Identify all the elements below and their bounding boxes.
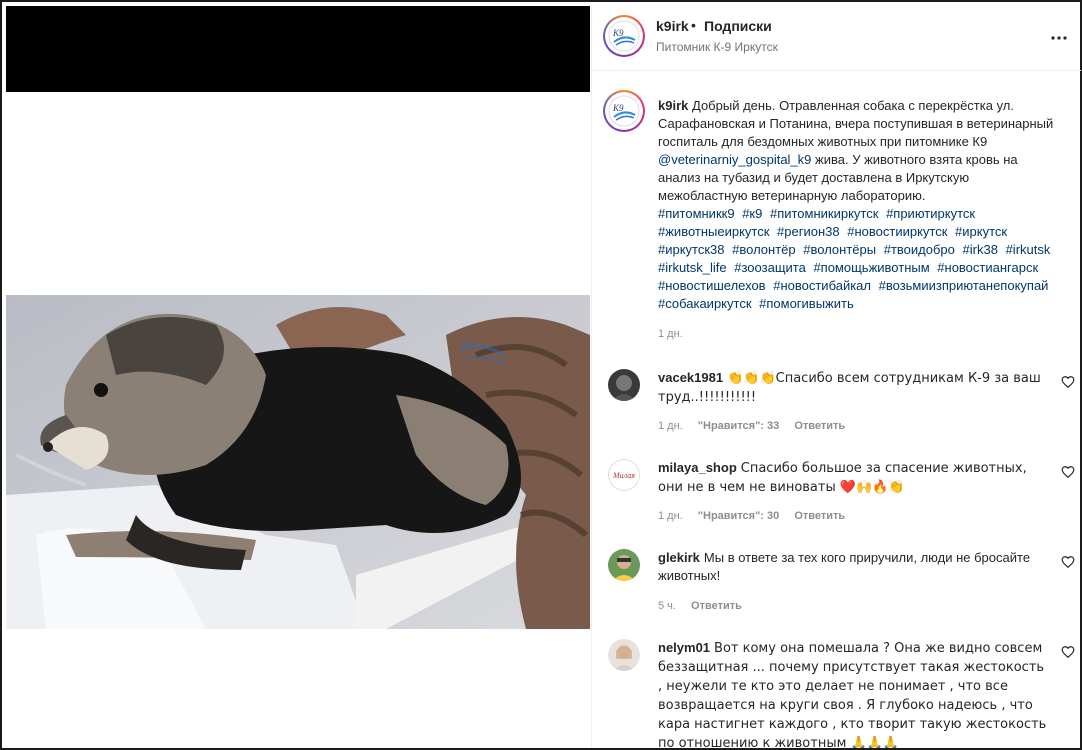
dog-photo[interactable]: K9 xyxy=(6,295,590,629)
comment-text: vacek1981 👏👏👏Спасибо всем сотрудникам К-9… xyxy=(658,369,1048,407)
hashtag-link[interactable]: #волонтёры xyxy=(803,242,876,257)
hashtag-link[interactable]: #к9 xyxy=(742,206,762,221)
avatar[interactable] xyxy=(608,639,640,671)
hashtag-link[interactable]: #возьмиизприютанепокупай xyxy=(879,278,1049,293)
mention-link[interactable]: @veterinarniy_gospital_k9 xyxy=(658,152,811,167)
comment-time[interactable]: 1 дн. xyxy=(658,420,683,432)
location-link[interactable]: Питомник К-9 Иркутск xyxy=(656,40,778,54)
hashtag-link[interactable]: #irkutsk xyxy=(1006,242,1051,257)
reply-button[interactable]: Ответить xyxy=(794,420,845,432)
hashtag-link[interactable]: #волонтёр xyxy=(732,242,796,257)
hashtag-link[interactable]: #приютиркутск xyxy=(886,206,975,221)
hashtag-link[interactable]: #irkutsk_life xyxy=(658,260,727,275)
hashtag-link[interactable]: #твоидобро xyxy=(884,242,955,257)
comment-body: Мы в ответе за тех кого приручили, люди … xyxy=(658,550,1031,583)
heart-outline-icon[interactable] xyxy=(1061,465,1075,479)
post-timestamp[interactable]: 1 дн. xyxy=(658,328,683,340)
hashtag-link[interactable]: #иркутск38 xyxy=(658,242,725,257)
comment-username[interactable]: glekirk xyxy=(658,550,700,565)
avatar[interactable]: K9 xyxy=(603,15,645,57)
hashtag-list: #питомникк9 #к9 #питомникиркутск #приюти… xyxy=(658,205,1058,313)
comment-text: nelym01 Вот кому она помешала ? Она же ви… xyxy=(658,639,1048,748)
heart-outline-icon[interactable] xyxy=(1061,645,1075,659)
reply-button[interactable]: Ответить xyxy=(691,600,742,612)
caption-text: k9irk Добрый день. Отравленная собака с … xyxy=(658,97,1058,313)
more-horizontal-icon[interactable] xyxy=(1047,26,1071,50)
hashtag-link[interactable]: #регион38 xyxy=(777,224,840,239)
heart-outline-icon[interactable] xyxy=(1061,555,1075,569)
video-letterbox-bar xyxy=(6,6,590,92)
hashtag-link[interactable]: #помогивыжить xyxy=(759,296,854,311)
post-modal: K9 K9 k9irk • Подписки Питомник К-9 Ирку… xyxy=(0,0,1082,750)
hashtag-link[interactable]: #помощьживотным xyxy=(813,260,929,275)
hashtag-link[interactable]: #новостиангарск xyxy=(937,260,1038,275)
caption-body-1: Добрый день. Отравленная собака с перекр… xyxy=(658,98,1054,149)
svg-text:K9: K9 xyxy=(461,339,474,350)
post-media[interactable]: K9 xyxy=(6,6,590,748)
reply-button[interactable]: Ответить xyxy=(794,510,845,522)
hashtag-link[interactable]: #зоозащита xyxy=(734,260,806,275)
comment-username[interactable]: vacek1981 xyxy=(658,370,723,385)
comment-time[interactable]: 1 дн. xyxy=(658,510,683,522)
comment-text: milaya_shop Спасибо большое за спасение ж… xyxy=(658,459,1048,497)
svg-text:Милая: Милая xyxy=(612,471,635,480)
hashtag-link[interactable]: #иркутск xyxy=(955,224,1007,239)
hashtag-link[interactable]: #новостииркутск xyxy=(847,224,947,239)
following-button[interactable]: Подписки xyxy=(704,18,772,34)
comment-likes[interactable]: "Нравится": 33 xyxy=(698,420,779,432)
k9-logo-icon: K9 xyxy=(608,95,640,127)
comment-text: glekirk Мы в ответе за тех кого приручили… xyxy=(658,549,1048,585)
comment-time[interactable]: 5 ч. xyxy=(658,600,676,612)
caption-avatar[interactable]: K9 xyxy=(603,90,645,132)
hashtag-link[interactable]: #собакаиркутск xyxy=(658,296,752,311)
post-sidebar: K9 k9irk • Подписки Питомник К-9 Иркутск xyxy=(591,6,1081,748)
hashtag-link[interactable]: #новостишелехов xyxy=(658,278,766,293)
caption-username[interactable]: k9irk xyxy=(658,98,688,113)
comment-username[interactable]: nelym01 xyxy=(658,640,710,655)
hashtag-link[interactable]: #питомникк9 xyxy=(658,206,735,221)
k9-logo-icon: K9 xyxy=(608,20,640,52)
heart-outline-icon[interactable] xyxy=(1061,375,1075,389)
avatar[interactable] xyxy=(608,369,640,401)
hashtag-link[interactable]: #животныеиркутск xyxy=(658,224,769,239)
comment-meta: 1 дн. "Нравится": 33 Ответить xyxy=(658,420,857,432)
avatar[interactable] xyxy=(608,549,640,581)
comment-likes[interactable]: "Нравится": 30 xyxy=(698,510,779,522)
avatar[interactable]: Милая xyxy=(608,459,640,491)
svg-text:K9: K9 xyxy=(612,28,624,38)
comments-scroll-area[interactable]: K9 k9irk Добрый день. Отравленная собака… xyxy=(592,72,1081,748)
comment-body: Вот кому она помешала ? Она же видно сов… xyxy=(658,641,1047,748)
separator-dot: • xyxy=(691,17,696,33)
hashtag-link[interactable]: #irk38 xyxy=(963,242,998,257)
header-username[interactable]: k9irk xyxy=(656,18,689,34)
hashtag-link[interactable]: #питомникиркутск xyxy=(770,206,878,221)
hashtag-link[interactable]: #новостибайкал xyxy=(773,278,871,293)
comment-username[interactable]: milaya_shop xyxy=(658,460,737,475)
svg-text:K9: K9 xyxy=(612,103,624,113)
comment-meta: 5 ч. Ответить xyxy=(658,600,754,612)
comment-meta: 1 дн. "Нравится": 30 Ответить xyxy=(658,510,857,522)
post-header: K9 k9irk • Подписки Питомник К-9 Иркутск xyxy=(592,6,1081,71)
